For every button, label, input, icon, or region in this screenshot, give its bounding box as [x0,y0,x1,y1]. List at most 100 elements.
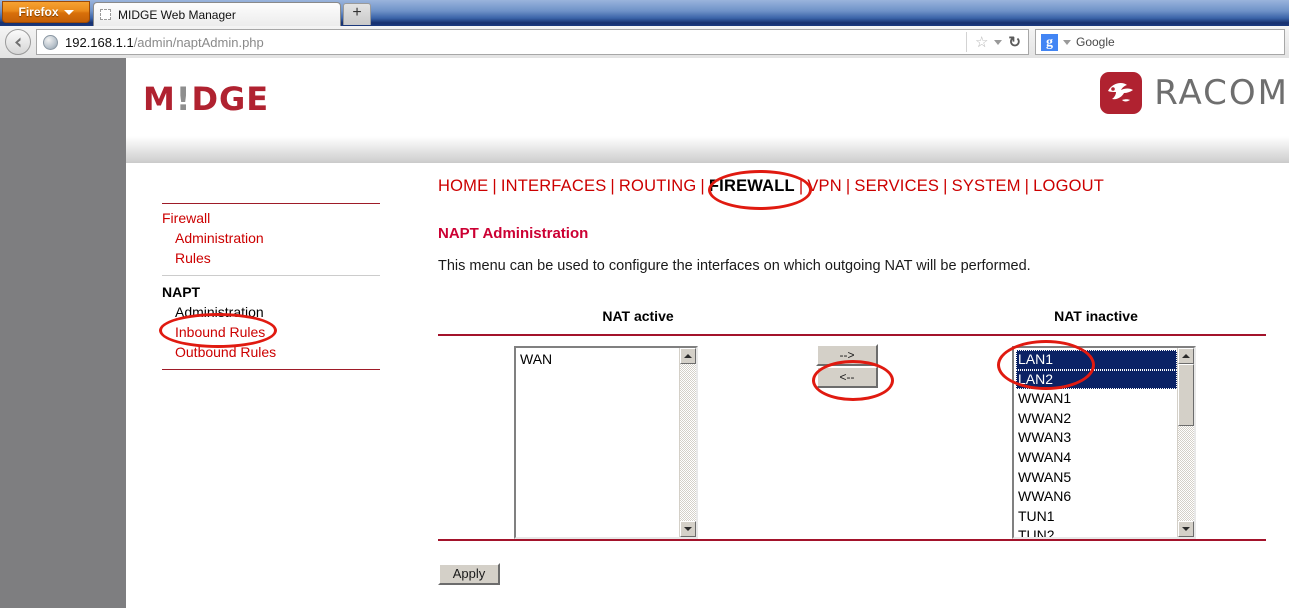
list-item[interactable]: LAN2 [1016,370,1177,390]
racom-wordmark: RACOM [1154,73,1289,113]
interface-transfer-area: WAN --> <-- [438,336,1266,539]
nav-item-system[interactable]: SYSTEM [952,177,1021,195]
sidebar-item-napt-inbound-rules[interactable]: Inbound Rules [162,322,380,342]
list-item[interactable]: TUN1 [1016,507,1177,527]
nat-active-scrollbar[interactable] [679,348,696,537]
chevron-down-icon[interactable] [994,40,1002,45]
back-button[interactable] [5,29,31,55]
google-icon: g [1041,34,1058,51]
browser-navigation-toolbar: 192.168.1.1/admin/naptAdmin.php ☆ ↻ g Go… [0,26,1289,59]
transfer-buttons: --> <-- [816,344,878,388]
sidebar-item-napt-administration[interactable]: Administration [162,302,380,322]
triangle-down-icon [1182,527,1190,531]
search-bar[interactable]: g Google [1035,29,1285,55]
list-item[interactable]: WWAN2 [1016,409,1177,429]
triangle-up-icon [1182,354,1190,358]
browser-tab[interactable]: MIDGE Web Manager [93,2,341,26]
window-titlebar: Firefox MIDGE Web Manager + [0,0,1289,26]
list-item[interactable]: WWAN4 [1016,448,1177,468]
sidebar-group-firewall[interactable]: Firewall [162,204,380,228]
browser-tab-title: MIDGE Web Manager [118,8,236,22]
new-tab-button[interactable]: + [343,3,371,25]
sidebar-group-napt: NAPT [162,276,380,302]
list-item[interactable]: WAN [518,350,679,370]
sidebar-item-firewall-rules[interactable]: Rules [162,248,380,268]
address-bar-text: 192.168.1.1/admin/naptAdmin.php [65,35,264,50]
nav-separator: | [1025,177,1030,195]
scrollbar-thumb[interactable] [1178,364,1194,426]
site-header: M!DGE RACOM [126,58,1289,126]
scroll-up-button[interactable] [1178,348,1194,364]
sidebar: Firewall Administration Rules NAPT Admin… [162,203,380,370]
list-item[interactable]: WWAN3 [1016,428,1177,448]
nav-item-home[interactable]: HOME [438,177,488,195]
triangle-down-icon [684,527,692,531]
nav-item-interfaces[interactable]: INTERFACES [501,177,607,195]
racom-logo: RACOM [1100,72,1289,114]
racom-bird-icon [1100,72,1142,114]
nav-item-vpn[interactable]: VPN [807,177,842,195]
nav-item-logout[interactable]: LOGOUT [1033,177,1104,195]
nav-separator: | [610,177,615,195]
reload-icon[interactable]: ↻ [1008,35,1021,50]
address-host: 192.168.1.1 [65,35,134,50]
page-content: HOME|INTERFACES|ROUTING|FIREWALL|VPN|SER… [126,163,1289,608]
list-item[interactable]: LAN1 [1016,350,1177,370]
nav-item-firewall[interactable]: FIREWALL [709,177,795,195]
list-item[interactable]: WWAN5 [1016,468,1177,488]
nav-item-routing[interactable]: ROUTING [619,177,696,195]
form-actions: Apply [438,541,1266,585]
nav-separator: | [799,177,804,195]
move-left-button[interactable]: <-- [816,366,878,388]
nav-separator: | [700,177,705,195]
nat-inactive-scrollbar[interactable] [1177,348,1194,537]
sidebar-item-napt-outbound-rules[interactable]: Outbound Rules [162,342,380,362]
list-item[interactable]: WWAN1 [1016,389,1177,409]
apply-button[interactable]: Apply [438,563,500,585]
nat-active-items: WAN [516,348,679,537]
nav-separator: | [943,177,948,195]
scroll-up-button[interactable] [680,348,696,364]
page-content-frame: M!DGE RACOM HOME|INTERFACES|ROUTING|FIRE… [126,58,1289,608]
nav-item-services[interactable]: SERVICES [854,177,939,195]
firefox-app-button-label: Firefox [18,5,58,19]
main-panel: NAPT Administration This menu can be use… [438,225,1266,585]
column-headers: NAT active NAT inactive [438,308,1266,334]
page-title: NAPT Administration [438,225,1266,242]
list-item[interactable]: TUN2 [1016,526,1177,537]
header-gradient-divider [126,126,1289,163]
triangle-up-icon [684,354,692,358]
search-engine-label: Google [1076,35,1115,49]
nat-active-listbox[interactable]: WAN [514,346,698,539]
globe-icon [43,35,58,50]
nat-inactive-listbox[interactable]: LAN1 LAN2 WWAN1 WWAN2 WWAN3 WWAN4 WWAN5 … [1012,346,1196,539]
browser-chrome: Firefox MIDGE Web Manager + 192.168.1.1/… [0,0,1289,58]
web-page: M!DGE RACOM HOME|INTERFACES|ROUTING|FIRE… [0,58,1289,608]
scroll-down-button[interactable] [1178,521,1194,537]
address-bar[interactable]: 192.168.1.1/admin/naptAdmin.php ☆ ↻ [36,29,1029,55]
nav-separator: | [846,177,851,195]
midge-logo-bang: ! [176,80,192,118]
page-favicon-icon [100,9,111,20]
midge-logo-rest: DGE [191,80,269,118]
sidebar-item-firewall-administration[interactable]: Administration [162,228,380,248]
nav-separator: | [492,177,497,195]
star-icon[interactable]: ☆ [975,35,988,50]
move-right-button[interactable]: --> [816,344,878,366]
column-header-nat-active: NAT active [538,308,738,324]
list-item[interactable]: WWAN6 [1016,487,1177,507]
address-bar-actions: ☆ ↻ [966,32,1026,52]
midge-logo: M!DGE [143,80,269,118]
chevron-down-icon[interactable] [1063,40,1071,45]
main-navigation: HOME|INTERFACES|ROUTING|FIREWALL|VPN|SER… [438,177,1104,196]
scroll-down-button[interactable] [680,521,696,537]
midge-logo-m: M [143,80,176,118]
back-arrow-icon [11,35,26,50]
sidebar-divider-bottom [162,369,380,370]
chevron-down-icon [64,10,74,15]
page-left-gutter [0,58,126,608]
address-path: /admin/naptAdmin.php [134,35,264,50]
column-header-nat-inactive: NAT inactive [996,308,1196,324]
firefox-app-button[interactable]: Firefox [2,1,90,23]
page-description: This menu can be used to configure the i… [438,258,1266,274]
